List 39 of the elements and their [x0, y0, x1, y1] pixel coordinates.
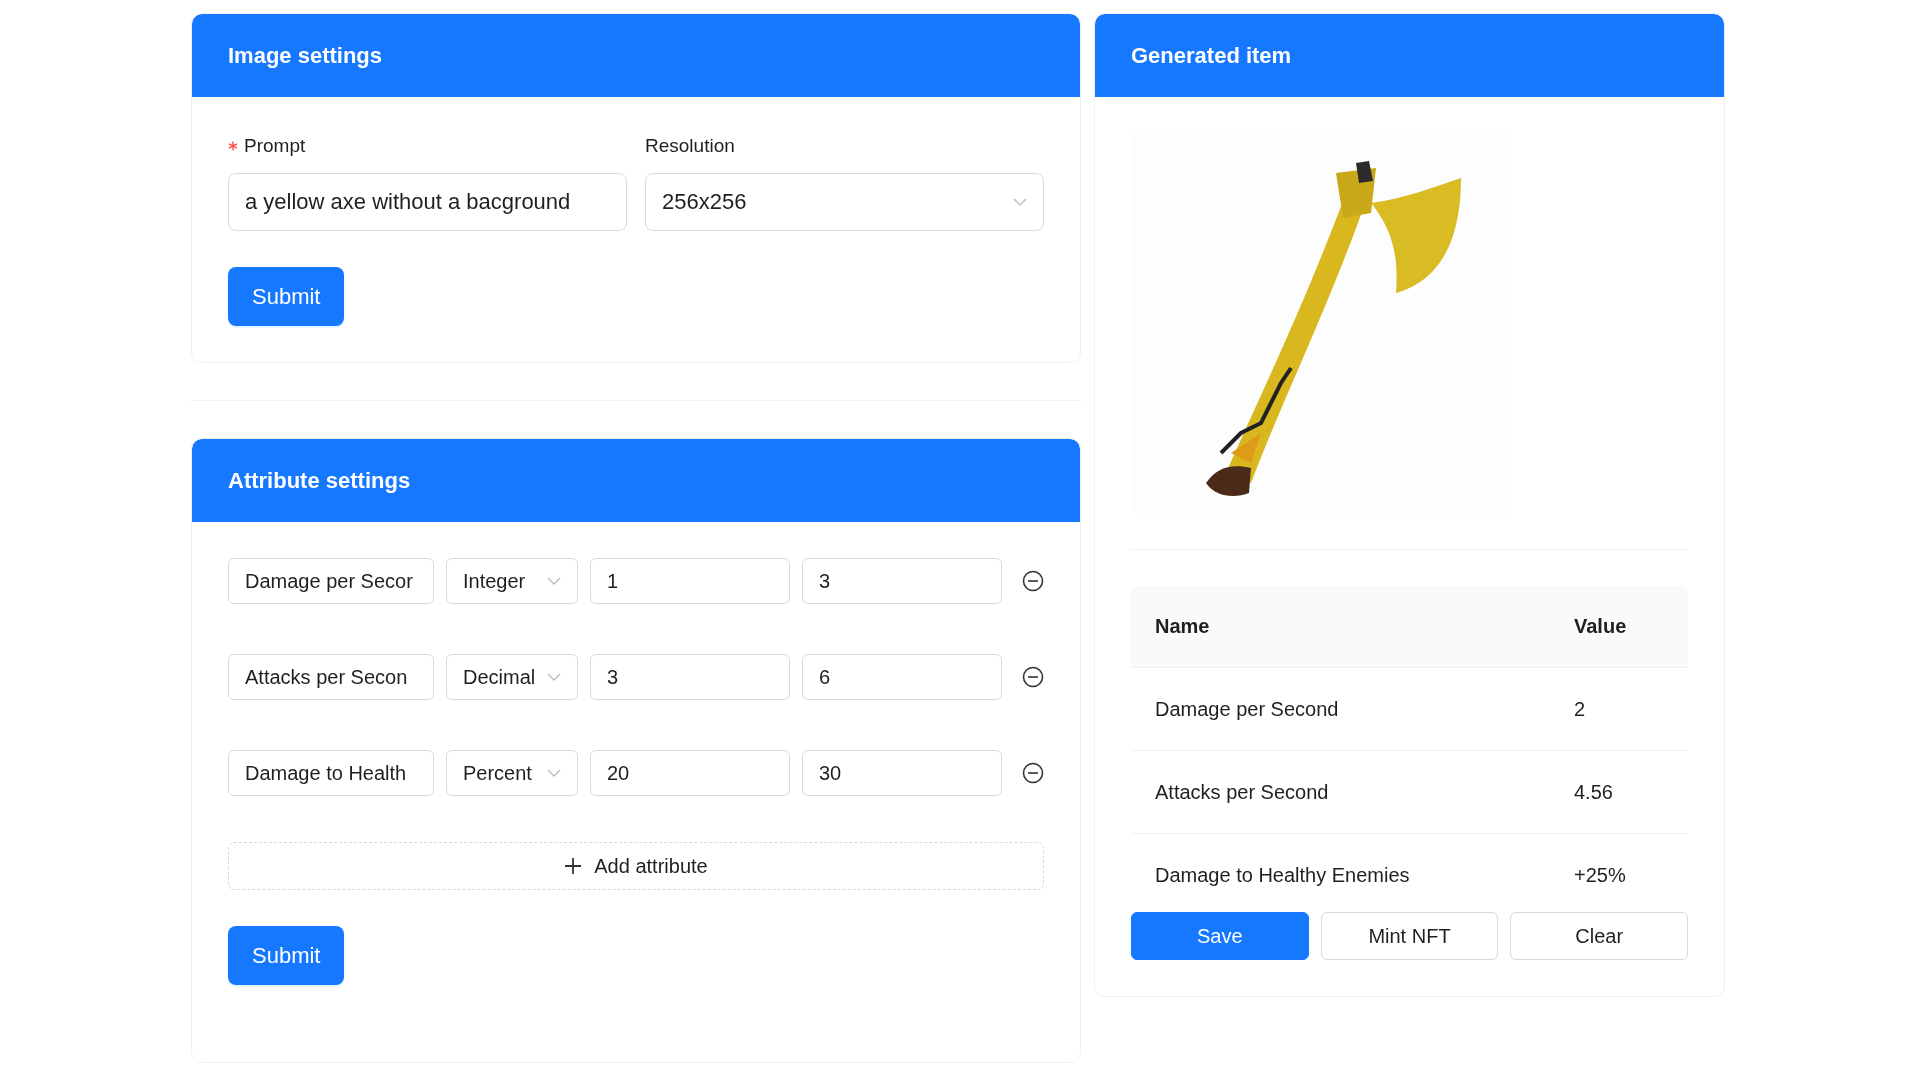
remove-icon[interactable] [1022, 762, 1044, 784]
field-label: Resolution [645, 135, 735, 157]
action-button[interactable]: Clear [1510, 912, 1688, 960]
action-button[interactable]: Save [1131, 912, 1309, 960]
input-field[interactable]: Attacks per Secon [228, 654, 434, 700]
submit-button[interactable]: Submit [228, 267, 345, 326]
table-cell: Attacks per Second [1131, 750, 1550, 834]
select-field[interactable]: 256x256 [645, 173, 1044, 231]
plus-icon [564, 857, 583, 875]
chevron-down-icon [547, 768, 561, 778]
submit-button[interactable]: Submit [228, 926, 345, 985]
column-header: Value [1550, 586, 1688, 668]
table-cell: Damage per Second [1131, 667, 1550, 751]
action-button[interactable]: Mint NFT [1320, 912, 1499, 960]
card-title: Image settings [228, 42, 383, 69]
input-field[interactable]: 1 [590, 558, 790, 604]
remove-icon[interactable] [1022, 570, 1044, 592]
remove-icon[interactable] [1022, 666, 1044, 688]
input-field[interactable]: a yellow axe without a bacground [228, 173, 627, 231]
add-attribute-button[interactable]: Add attribute [228, 842, 1044, 890]
input-field[interactable]: 20 [590, 750, 790, 796]
select-field[interactable]: Integer [446, 558, 578, 604]
card-title: Attribute settings [228, 467, 411, 494]
input-field[interactable]: 30 [802, 750, 1002, 796]
table-cell: 4.56 [1550, 750, 1688, 834]
select-field[interactable]: Percent [446, 750, 578, 796]
input-field[interactable]: 3 [802, 558, 1002, 604]
select-field[interactable]: Decimal [446, 654, 578, 700]
chevron-down-icon [1013, 197, 1027, 207]
input-field[interactable]: Damage per Secor [228, 558, 434, 604]
column-header: Name [1131, 586, 1550, 668]
chevron-down-icon [547, 576, 561, 586]
chevron-down-icon [547, 672, 561, 682]
field-label: Prompt [244, 135, 306, 157]
card-title: Generated item [1131, 42, 1292, 69]
table-cell: 2 [1550, 667, 1688, 751]
input-field[interactable]: 3 [590, 654, 790, 700]
input-field[interactable]: 6 [802, 654, 1002, 700]
input-field[interactable]: Damage to Health [228, 750, 434, 796]
